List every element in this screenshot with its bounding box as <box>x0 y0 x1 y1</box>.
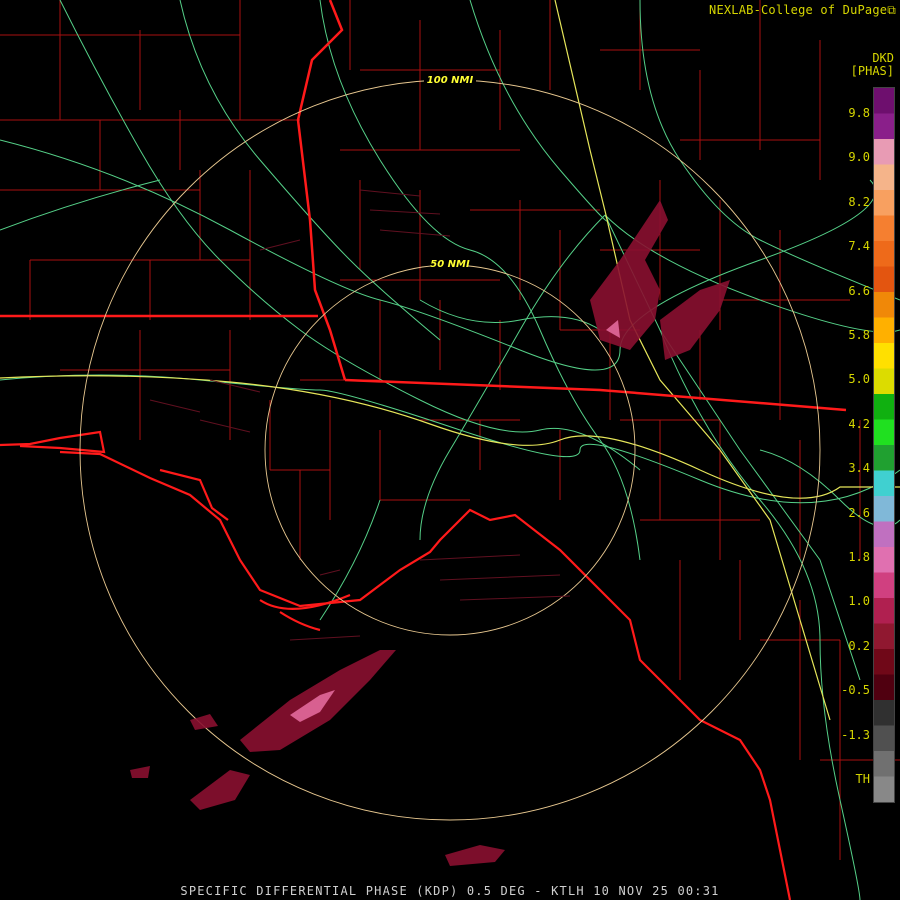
product-unit-label: DKD [PHAS] <box>851 52 894 78</box>
color-scale-tick: 5.0 <box>848 372 870 387</box>
color-scale-bar <box>873 87 895 803</box>
color-scale-tick: 2.6 <box>848 505 870 520</box>
color-scale-tick: 1.0 <box>848 594 870 609</box>
product-unit: [PHAS] <box>850 64 894 78</box>
color-scale-tick: -0.5 <box>841 683 870 698</box>
highways <box>0 0 900 900</box>
credit-label[interactable]: NEXLAB-College of DuPage⧉ <box>709 3 896 18</box>
color-scale-tick: 9.8 <box>848 106 870 120</box>
color-scale-tick: -1.3 <box>841 727 870 742</box>
color-scale-tick: 9.0 <box>848 150 870 165</box>
color-scale-tick: 4.2 <box>848 416 870 431</box>
credit-text: NEXLAB-College of DuPage <box>709 3 888 17</box>
radar-map[interactable]: 50 NMI 100 NMI <box>0 0 900 900</box>
radar-echoes <box>130 200 730 866</box>
external-link-icon: ⧉ <box>887 3 896 17</box>
color-scale-tick: TH <box>855 772 870 786</box>
product-caption: SPECIFIC DIFFERENTIAL PHASE (KDP) 0.5 DE… <box>180 884 720 898</box>
interstates <box>0 0 900 721</box>
color-scale-tick: 3.4 <box>848 461 870 476</box>
state-boundaries <box>0 0 847 412</box>
ring-label-100nmi: 100 NMI <box>427 75 474 86</box>
coastline <box>0 430 792 900</box>
color-scale-tick: 0.2 <box>848 638 870 653</box>
color-scale-tick: 1.8 <box>848 550 870 564</box>
ring-label-50nmi: 50 NMI <box>430 259 470 270</box>
color-scale-tick: 7.4 <box>848 239 870 254</box>
color-scale-tick: 5.8 <box>848 328 870 342</box>
county-boundaries <box>0 0 900 860</box>
radar-viewer: 50 NMI 100 NMI NEXLAB-College of DuPage⧉… <box>0 0 900 900</box>
color-scale-tick: 6.6 <box>848 283 870 298</box>
color-scale-tick: 8.2 <box>848 194 870 209</box>
